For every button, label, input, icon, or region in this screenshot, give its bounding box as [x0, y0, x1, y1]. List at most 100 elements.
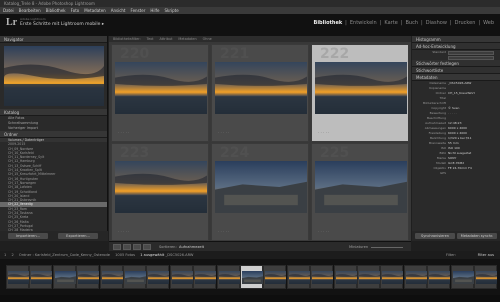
rating-stars[interactable]: · · · · · — [118, 229, 129, 234]
develop-select[interactable] — [448, 55, 494, 60]
left-panel: Navigator Katalog Alle Fotos Schnellsamm… — [0, 36, 108, 241]
filmstrip-thumbnail[interactable] — [146, 265, 170, 289]
module-buch[interactable]: Buch — [405, 20, 418, 26]
photo-thumbnail — [171, 271, 193, 284]
loupe-view-button[interactable] — [123, 244, 131, 250]
library-filter-bar: Bibliotheksfilter: Text Attribut Metadaten O… — [109, 36, 411, 42]
filmstrip-thumbnail[interactable] — [6, 265, 29, 289]
filmstrip-bar: 1 2 Ordner : Karlsfeld_Zentrum_Code_Kenn… — [0, 251, 500, 259]
filmstrip-thumbnail[interactable] — [123, 265, 146, 289]
catalog-list: Alle Fotos Schnellsammlung Vorheriger Im… — [0, 116, 107, 131]
rating-stars[interactable]: · · · · · — [218, 229, 229, 234]
filmstrip-thumbnail[interactable] — [29, 265, 53, 289]
sync-metadata-button[interactable]: Metadaten synchr. — [457, 233, 497, 239]
photo-thumbnail — [101, 271, 123, 284]
keyword-list-header[interactable]: Stichwortliste — [412, 67, 500, 74]
photo-thumbnail — [288, 271, 310, 284]
photo-thumbnail — [54, 271, 76, 284]
menu-item-8[interactable]: Skripte — [164, 8, 178, 13]
menu-item-4[interactable]: Metadaten — [84, 8, 106, 13]
filter-tab-1[interactable]: Text — [147, 37, 154, 41]
folders-header[interactable]: Ordner — [0, 131, 107, 138]
menu-bar: Datei Bearbeiten Bibliothek Foto Metadaten An… — [0, 7, 500, 14]
cell-index: 223 — [120, 145, 150, 161]
thumbnail-size-slider[interactable] — [371, 247, 403, 248]
filmstrip-thumbnail[interactable] — [403, 265, 427, 289]
filmstrip-thumbnail[interactable] — [357, 265, 380, 289]
histogram-header[interactable]: Histogramm — [412, 36, 500, 43]
filmstrip-thumbnail[interactable] — [169, 265, 193, 289]
photo-thumbnail — [265, 271, 287, 284]
keywords-header[interactable]: Stichwörter festlegen — [412, 60, 500, 67]
filter-tab-3[interactable]: Metadaten — [178, 37, 196, 41]
filmstrip-thumbnail[interactable] — [76, 265, 100, 289]
filmstrip-source[interactable]: Ordner : Karlsfeld_Zentrum_Code_Kenny_Os… — [19, 253, 110, 257]
grid-view-button[interactable] — [113, 244, 121, 250]
rating-stars[interactable]: · · · · · — [118, 130, 129, 135]
page-2[interactable]: 2 — [11, 253, 13, 257]
grid-cell[interactable]: 224 · · · · · — [211, 143, 309, 241]
navigator-header[interactable]: Navigator — [0, 36, 107, 43]
filmstrip-thumbnail[interactable] — [240, 265, 263, 289]
filmstrip-thumbnail[interactable] — [450, 265, 474, 289]
sort-select[interactable]: Aufnahmezeit — [179, 244, 204, 250]
rating-stars[interactable]: · · · · · — [218, 130, 229, 135]
cell-index: 225 — [320, 145, 350, 161]
menu-item-3[interactable]: Foto — [71, 8, 80, 13]
catalog-header[interactable]: Katalog — [0, 109, 107, 116]
module-entwickeln[interactable]: Entwickeln — [350, 20, 377, 26]
filmstrip-thumbnail[interactable] — [263, 265, 287, 289]
navigator-photo — [4, 46, 104, 106]
grid-cell[interactable]: 221 · · · · · — [211, 44, 309, 142]
filmstrip-thumbnail[interactable] — [216, 265, 240, 289]
module-karte[interactable]: Karte — [384, 20, 397, 26]
photo-thumbnail — [382, 271, 404, 284]
filmstrip-thumbnail[interactable] — [52, 265, 76, 289]
metadata-header[interactable]: Metadaten — [412, 74, 500, 81]
module-bibliothek[interactable]: Bibliothek — [314, 20, 343, 26]
filmstrip-thumbnail[interactable] — [427, 265, 451, 289]
grid-cell[interactable]: 222 · · · · · — [311, 44, 409, 142]
compare-view-button[interactable] — [133, 244, 141, 250]
page-1[interactable]: 1 — [4, 253, 6, 257]
menu-item-2[interactable]: Bibliothek — [46, 8, 66, 13]
sync-button[interactable]: Synchronisieren — [415, 233, 455, 239]
cell-index: 222 — [320, 46, 350, 62]
photo-thumbnail — [215, 161, 307, 213]
mobile-promo-link[interactable]: Erste Schritte mit Lightroom mobile ▸ — [20, 22, 104, 27]
filter-select[interactable]: Filter aus — [478, 251, 494, 259]
filmstrip-thumbnail[interactable] — [333, 265, 357, 289]
menu-item-6[interactable]: Fenster — [131, 8, 146, 13]
menu-item-7[interactable]: Hilfe — [150, 8, 159, 13]
module-web[interactable]: Web — [483, 20, 494, 26]
filmstrip-thumbnail[interactable] — [380, 265, 404, 289]
rating-stars[interactable]: · · · · · — [318, 229, 329, 234]
module-separator: | — [345, 20, 347, 26]
import-button[interactable]: Importieren... — [8, 233, 48, 239]
bottom-panel-toggle[interactable] — [0, 295, 500, 302]
grid-cell[interactable]: 223 · · · · · — [111, 143, 209, 241]
filmstrip-thumbnail[interactable] — [474, 265, 497, 289]
menu-item-5[interactable]: Ansicht — [111, 8, 126, 13]
module-diashow[interactable]: Diashow — [426, 20, 447, 26]
preset-select[interactable] — [448, 50, 494, 55]
user-name: Adobe Lightroom — [20, 17, 46, 21]
photo-thumbnail — [148, 271, 170, 284]
filmstrip-thumbnail[interactable] — [286, 265, 310, 289]
menu-item-1[interactable]: Bearbeiten — [19, 8, 41, 13]
menu-item-0[interactable]: Datei — [3, 8, 14, 13]
photo-thumbnail — [31, 271, 53, 284]
export-button[interactable]: Exportieren... — [58, 233, 98, 239]
filmstrip-thumbnail[interactable] — [310, 265, 334, 289]
rating-stars[interactable]: · · · · · — [318, 130, 329, 135]
filter-tab-4[interactable]: Ohne — [203, 37, 212, 41]
filmstrip-thumbnail[interactable] — [99, 265, 123, 289]
quick-develop-header[interactable]: Ad-hoc-Entwicklung — [412, 43, 500, 50]
grid-cell[interactable]: 225 · · · · · — [311, 143, 409, 241]
module-drucken[interactable]: Drucken — [455, 20, 476, 26]
survey-view-button[interactable] — [143, 244, 151, 250]
navigator-preview[interactable] — [4, 46, 104, 106]
filter-tab-2[interactable]: Attribut — [160, 37, 173, 41]
grid-cell[interactable]: 220 · · · · · — [111, 44, 209, 142]
filmstrip-thumbnail[interactable] — [193, 265, 217, 289]
